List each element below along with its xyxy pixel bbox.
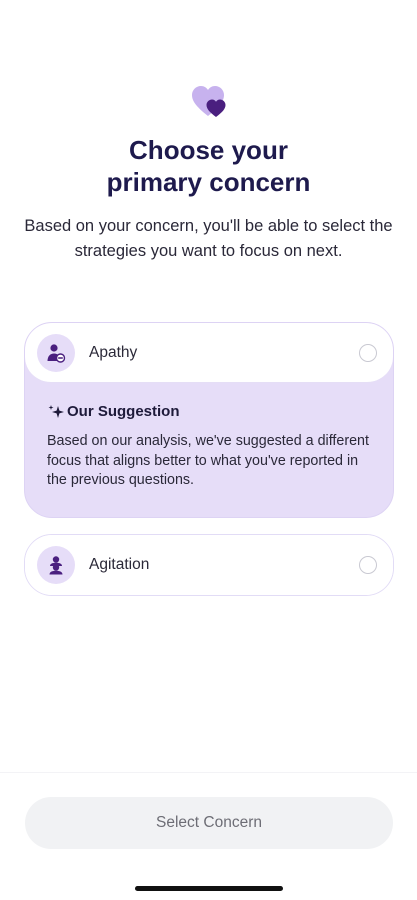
person-badge-icon <box>37 333 75 372</box>
home-indicator[interactable] <box>135 886 283 891</box>
suggestion-box: Our Suggestion Based on our analysis, we… <box>25 383 393 491</box>
radio-agitation[interactable] <box>359 556 377 574</box>
concern-card-apathy: Apathy Our Suggestion Based on our analy… <box>24 322 394 518</box>
sparkle-icon <box>48 404 64 418</box>
page-title: Choose your primary concern <box>106 135 311 197</box>
suggestion-text: Based on our analysis, we've suggested a… <box>47 433 369 488</box>
concern-option-agitation[interactable]: Agitation <box>25 535 393 595</box>
concern-label-apathy: Apathy <box>89 343 138 361</box>
hearts-icon <box>192 86 226 117</box>
page-subtitle: Based on your concern, you'll be able to… <box>24 217 393 260</box>
select-concern-button[interactable]: Select Concern <box>25 797 393 849</box>
suggestion-title-text: Our Suggestion <box>67 403 180 420</box>
concern-label-agitation: Agitation <box>89 556 150 573</box>
concern-card-agitation: Agitation <box>24 534 394 596</box>
suggestion-title: Our Suggestion <box>47 403 371 420</box>
people-icon <box>37 546 75 584</box>
concern-option-apathy[interactable]: Apathy <box>25 323 393 383</box>
radio-apathy[interactable] <box>359 343 377 362</box>
screen: Choose your primary concern Based on you… <box>0 0 417 900</box>
